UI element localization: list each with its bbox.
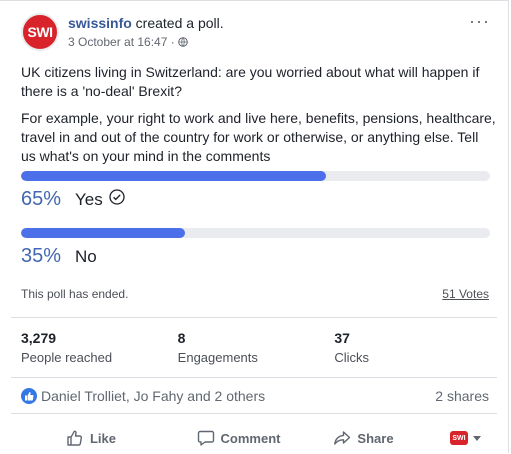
poll-bar-track	[21, 171, 490, 181]
reaction-names[interactable]: Daniel Trolliet, Jo Fahy and 2 others	[41, 388, 265, 404]
share-label: Share	[357, 430, 394, 446]
comment-label: Comment	[220, 430, 281, 446]
page-avatar[interactable]: SWI	[21, 13, 59, 51]
more-options-icon[interactable]: ···	[469, 11, 490, 32]
action-bar: Like Comment Share SWI	[11, 423, 497, 453]
globe-icon[interactable]	[177, 37, 188, 47]
poll-bar-track	[21, 228, 490, 238]
votes-link[interactable]: 51 Votes	[442, 287, 489, 301]
post-text: UK citizens living in Switzerland: are y…	[21, 63, 496, 174]
stat-label: Engagements	[177, 350, 258, 365]
poll-percent: 65%	[21, 188, 62, 210]
shares-count[interactable]: 2 shares	[435, 388, 489, 404]
like-reaction-icon	[21, 388, 37, 404]
share-arrow-icon	[334, 431, 351, 445]
stat-value: 8	[177, 330, 186, 346]
post-body: For example, your right to work and live…	[21, 110, 496, 164]
post-timestamp[interactable]: 3 October at 16:47 ·	[68, 34, 175, 50]
caret-down-icon	[473, 435, 481, 441]
insights-stats: 3,279 People reached 8 Engagements 37 Cl…	[21, 330, 491, 365]
page-name-link[interactable]: swissinfo	[68, 15, 132, 31]
share-button[interactable]: Share	[306, 429, 421, 447]
stat-label: Clicks	[334, 350, 370, 365]
header-title: swissinfo created a poll.	[68, 14, 224, 32]
post-as-selector[interactable]: SWI	[421, 431, 481, 445]
comment-bubble-icon	[197, 430, 214, 446]
post-card: SWI swissinfo created a poll. 3 October …	[0, 0, 509, 453]
checkmark-circle-icon	[109, 189, 125, 205]
header-text: swissinfo created a poll. 3 October at 1…	[68, 14, 224, 51]
poll-option-line: 65% Yes	[21, 188, 490, 211]
poll-percent: 35%	[21, 245, 62, 267]
stat-value: 3,279	[21, 330, 57, 346]
poll-status: This poll has ended.	[21, 287, 129, 301]
divider	[11, 317, 497, 318]
stat-value: 37	[334, 330, 350, 346]
poll-question: UK citizens living in Switzerland: are y…	[21, 64, 480, 99]
reactions-summary[interactable]: Daniel Trolliet, Jo Fahy and 2 others	[21, 388, 265, 404]
poll-option-label: Yes	[75, 190, 103, 209]
stat-clicks[interactable]: 37 Clicks	[334, 330, 491, 365]
like-label: Like	[89, 430, 116, 446]
comment-button[interactable]: Comment	[171, 429, 306, 447]
stat-engagements[interactable]: 8 Engagements	[178, 330, 335, 365]
poll-option-yes[interactable]: 65% Yes	[21, 171, 490, 211]
stat-label: People reached	[21, 350, 113, 365]
poll-option-label: No	[75, 247, 97, 266]
poll-bar-fill	[21, 171, 326, 181]
page-mini-avatar: SWI	[450, 431, 468, 445]
thumbs-up-icon	[67, 430, 83, 446]
header-meta: 3 October at 16:47 ·	[68, 34, 224, 50]
like-button[interactable]: Like	[11, 429, 171, 447]
poll-option-line: 35% No	[21, 245, 490, 268]
poll-option-no[interactable]: 35% No	[21, 228, 490, 268]
stat-people-reached[interactable]: 3,279 People reached	[21, 330, 178, 365]
header-action-text: created a poll.	[131, 15, 224, 31]
divider	[11, 413, 497, 414]
poll-bar-fill	[21, 228, 186, 238]
divider	[11, 377, 497, 378]
post-header: SWI swissinfo created a poll. 3 October …	[21, 13, 224, 51]
